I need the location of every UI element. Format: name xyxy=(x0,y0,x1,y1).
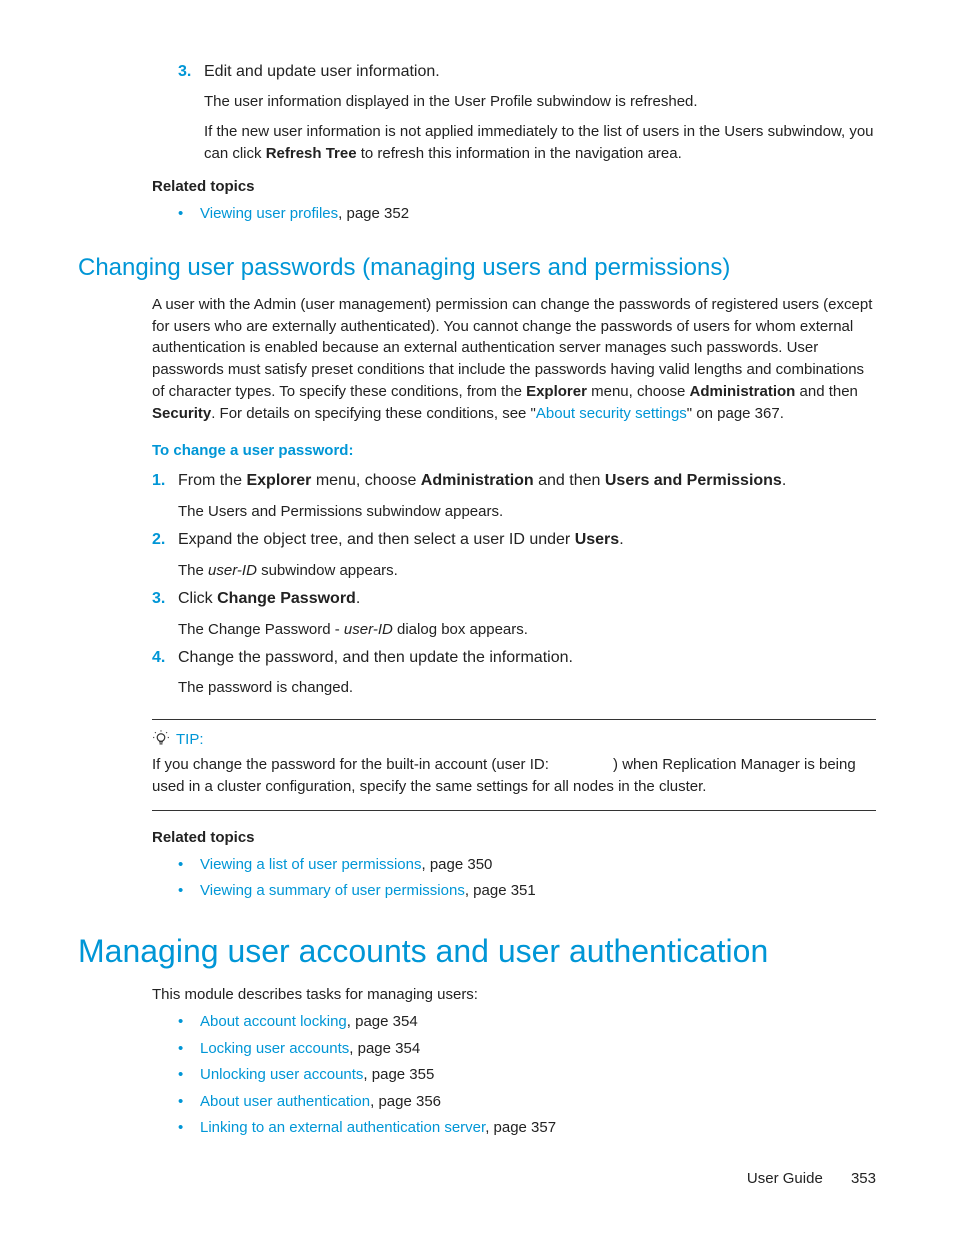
bullet-dot: • xyxy=(178,203,200,226)
link-external-auth-server[interactable]: Linking to an external authentication se… xyxy=(200,1119,485,1136)
cp-step3-sub: The Change Password - user-ID dialog box… xyxy=(178,619,876,641)
footer-label: User Guide xyxy=(747,1170,823,1187)
bullet-dot: • xyxy=(178,1091,200,1114)
subhead-change-password: To change a user password: xyxy=(152,442,876,459)
link-viewing-summary-permissions[interactable]: Viewing a summary of user permissions xyxy=(200,882,465,899)
step-number: 3. xyxy=(152,587,178,640)
heading-managing-accounts: Managing user accounts and user authenti… xyxy=(78,933,876,970)
cp-step4-sub: The password is changed. xyxy=(178,677,876,699)
cp-step-4: 4. Change the password, and then update … xyxy=(152,646,876,699)
step-3-line3: If the new user information is not appli… xyxy=(204,121,876,165)
cp-step-3: 3. Click Change Password. The Change Pas… xyxy=(152,587,876,640)
bullet-dot: • xyxy=(178,1038,200,1061)
s2-item-1: • Locking user accounts, page 354 xyxy=(178,1038,876,1061)
section2-intro: This module describes tasks for managing… xyxy=(152,984,876,1006)
cp-step1-sub: The Users and Permissions subwindow appe… xyxy=(178,501,876,523)
related2-item2: • Viewing a summary of user permissions,… xyxy=(178,880,876,903)
link-about-account-locking[interactable]: About account locking xyxy=(200,1013,347,1030)
section2-body: This module describes tasks for managing… xyxy=(152,984,876,1140)
related-heading: Related topics xyxy=(152,178,876,195)
cp-step2-sub: The user-ID subwindow appears. xyxy=(178,560,876,582)
bullet-dot: • xyxy=(178,1117,200,1140)
step-list-top: 3. Edit and update user information. The… xyxy=(178,60,876,164)
tip-label: TIP: xyxy=(176,731,204,748)
link-about-user-authentication[interactable]: About user authentication xyxy=(200,1093,370,1110)
tip-header: TIP: xyxy=(152,730,876,748)
cp-step-1: 1. From the Explorer menu, choose Admini… xyxy=(152,469,876,522)
link-unlocking-user-accounts[interactable]: Unlocking user accounts xyxy=(200,1066,363,1083)
bullet-dot: • xyxy=(178,854,200,877)
step-number: 4. xyxy=(152,646,178,699)
lightbulb-icon xyxy=(152,730,170,748)
bullet-dot: • xyxy=(178,880,200,903)
refresh-tree-term: Refresh Tree xyxy=(266,145,357,162)
page-number: 353 xyxy=(851,1170,876,1187)
bullet-dot: • xyxy=(178,1011,200,1034)
cp-step-2: 2. Expand the object tree, and then sele… xyxy=(152,528,876,581)
s2-item-4: • Linking to an external authentication … xyxy=(178,1117,876,1140)
tip-text: If you change the password for the built… xyxy=(152,754,876,798)
step-body: Edit and update user information. The us… xyxy=(204,60,876,164)
heading-changing-passwords: Changing user passwords (managing users … xyxy=(78,254,876,282)
tip-box: TIP: If you change the password for the … xyxy=(152,719,876,811)
s2-item-3: • About user authentication, page 356 xyxy=(178,1091,876,1114)
step-3-line2: The user information displayed in the Us… xyxy=(204,91,876,113)
link-viewing-list-permissions[interactable]: Viewing a list of user permissions xyxy=(200,856,421,873)
link-viewing-user-profiles[interactable]: Viewing user profiles xyxy=(200,205,338,222)
s2-item-2: • Unlocking user accounts, page 355 xyxy=(178,1064,876,1087)
section1-body: A user with the Admin (user management) … xyxy=(152,294,876,903)
s2-item-0: • About account locking, page 354 xyxy=(178,1011,876,1034)
related-heading-2: Related topics xyxy=(152,829,876,846)
page-footer: User Guide 353 xyxy=(747,1170,876,1187)
related-topics-1: Related topics • Viewing user profiles, … xyxy=(152,178,876,226)
step-number: 1. xyxy=(152,469,178,522)
related2-item1: • Viewing a list of user permissions, pa… xyxy=(178,854,876,877)
link-locking-user-accounts[interactable]: Locking user accounts xyxy=(200,1040,349,1057)
bullet-dot: • xyxy=(178,1064,200,1087)
page-container: 3. Edit and update user information. The… xyxy=(0,0,954,1235)
link-about-security-settings[interactable]: About security settings xyxy=(536,405,687,422)
step-3: 3. Edit and update user information. The… xyxy=(178,60,876,164)
related-item: • Viewing user profiles, page 352 xyxy=(178,203,876,226)
step-number: 3. xyxy=(178,60,204,164)
section1-para: A user with the Admin (user management) … xyxy=(152,294,876,425)
step-number: 2. xyxy=(152,528,178,581)
step-3-line1: Edit and update user information. xyxy=(204,63,440,80)
